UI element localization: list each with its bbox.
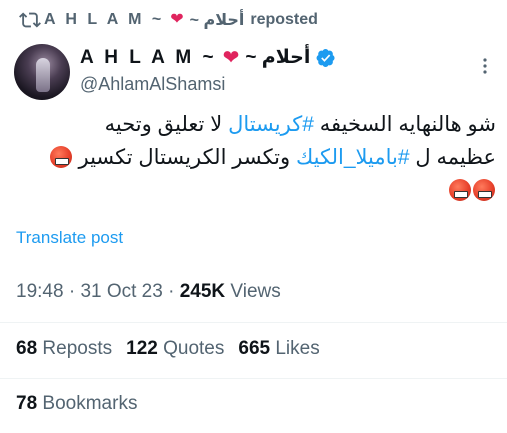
views-count: 245K	[179, 281, 226, 302]
tweet-line-1: شو هالنهايه السخيفه #كريستال لا تعليق وت…	[104, 113, 496, 136]
repost-name-latin: A H L A M ~	[44, 11, 165, 28]
repost-icon	[19, 12, 41, 28]
angry-emoji-icon	[449, 179, 471, 201]
author-name[interactable]: A H L A M ~ ❤ ~ أحلام	[80, 46, 336, 69]
repost-name-arabic: ~ أحلام	[189, 12, 245, 29]
reposts-stat[interactable]: 68 Reposts	[16, 338, 112, 360]
engagement-stats: 68 Reposts 122 Quotes 665 Likes	[16, 338, 320, 360]
heart-icon: ❤	[170, 11, 184, 28]
bookmarks-stat[interactable]: 78 Bookmarks	[16, 393, 137, 415]
divider	[0, 322, 507, 323]
hashtag-link[interactable]: #كريستال	[228, 113, 314, 136]
author-name-latin: A H L A M ~	[80, 46, 217, 68]
angry-emoji-icon	[473, 179, 495, 201]
avatar[interactable]	[14, 44, 70, 100]
post-time[interactable]: 19:48	[16, 281, 64, 302]
tweet-line-3	[10, 174, 496, 207]
repost-suffix: reposted	[250, 11, 318, 28]
repost-attribution[interactable]: A H L A M ~ ❤ ~ أحلام reposted	[44, 8, 318, 32]
views-label: Views	[230, 281, 281, 302]
hashtag-link[interactable]: #باميلا_الكيك	[296, 146, 410, 169]
post-meta: 19:48 · 31 Oct 23 · 245K Views	[16, 281, 281, 302]
author-name-arabic: ~ أحلام	[245, 47, 311, 68]
tweet-line-2: عظيمه ل #باميلا_الكيك وتكسر الكريستال تك…	[10, 141, 496, 174]
more-options-icon[interactable]	[478, 56, 492, 76]
likes-stat[interactable]: 665 Likes	[238, 338, 319, 360]
verified-badge-icon	[316, 48, 335, 67]
tweet-text: شو هالنهايه السخيفه #كريستال لا تعليق وت…	[10, 108, 496, 207]
translate-post-link[interactable]: Translate post	[16, 228, 123, 248]
heart-icon: ❤	[222, 46, 240, 69]
author-handle[interactable]: @AhlamAlShamsi	[80, 74, 225, 95]
angry-emoji-icon	[49, 146, 72, 168]
divider	[0, 378, 507, 379]
post-date[interactable]: 31 Oct 23	[80, 281, 162, 302]
quotes-stat[interactable]: 122 Quotes	[126, 338, 224, 360]
